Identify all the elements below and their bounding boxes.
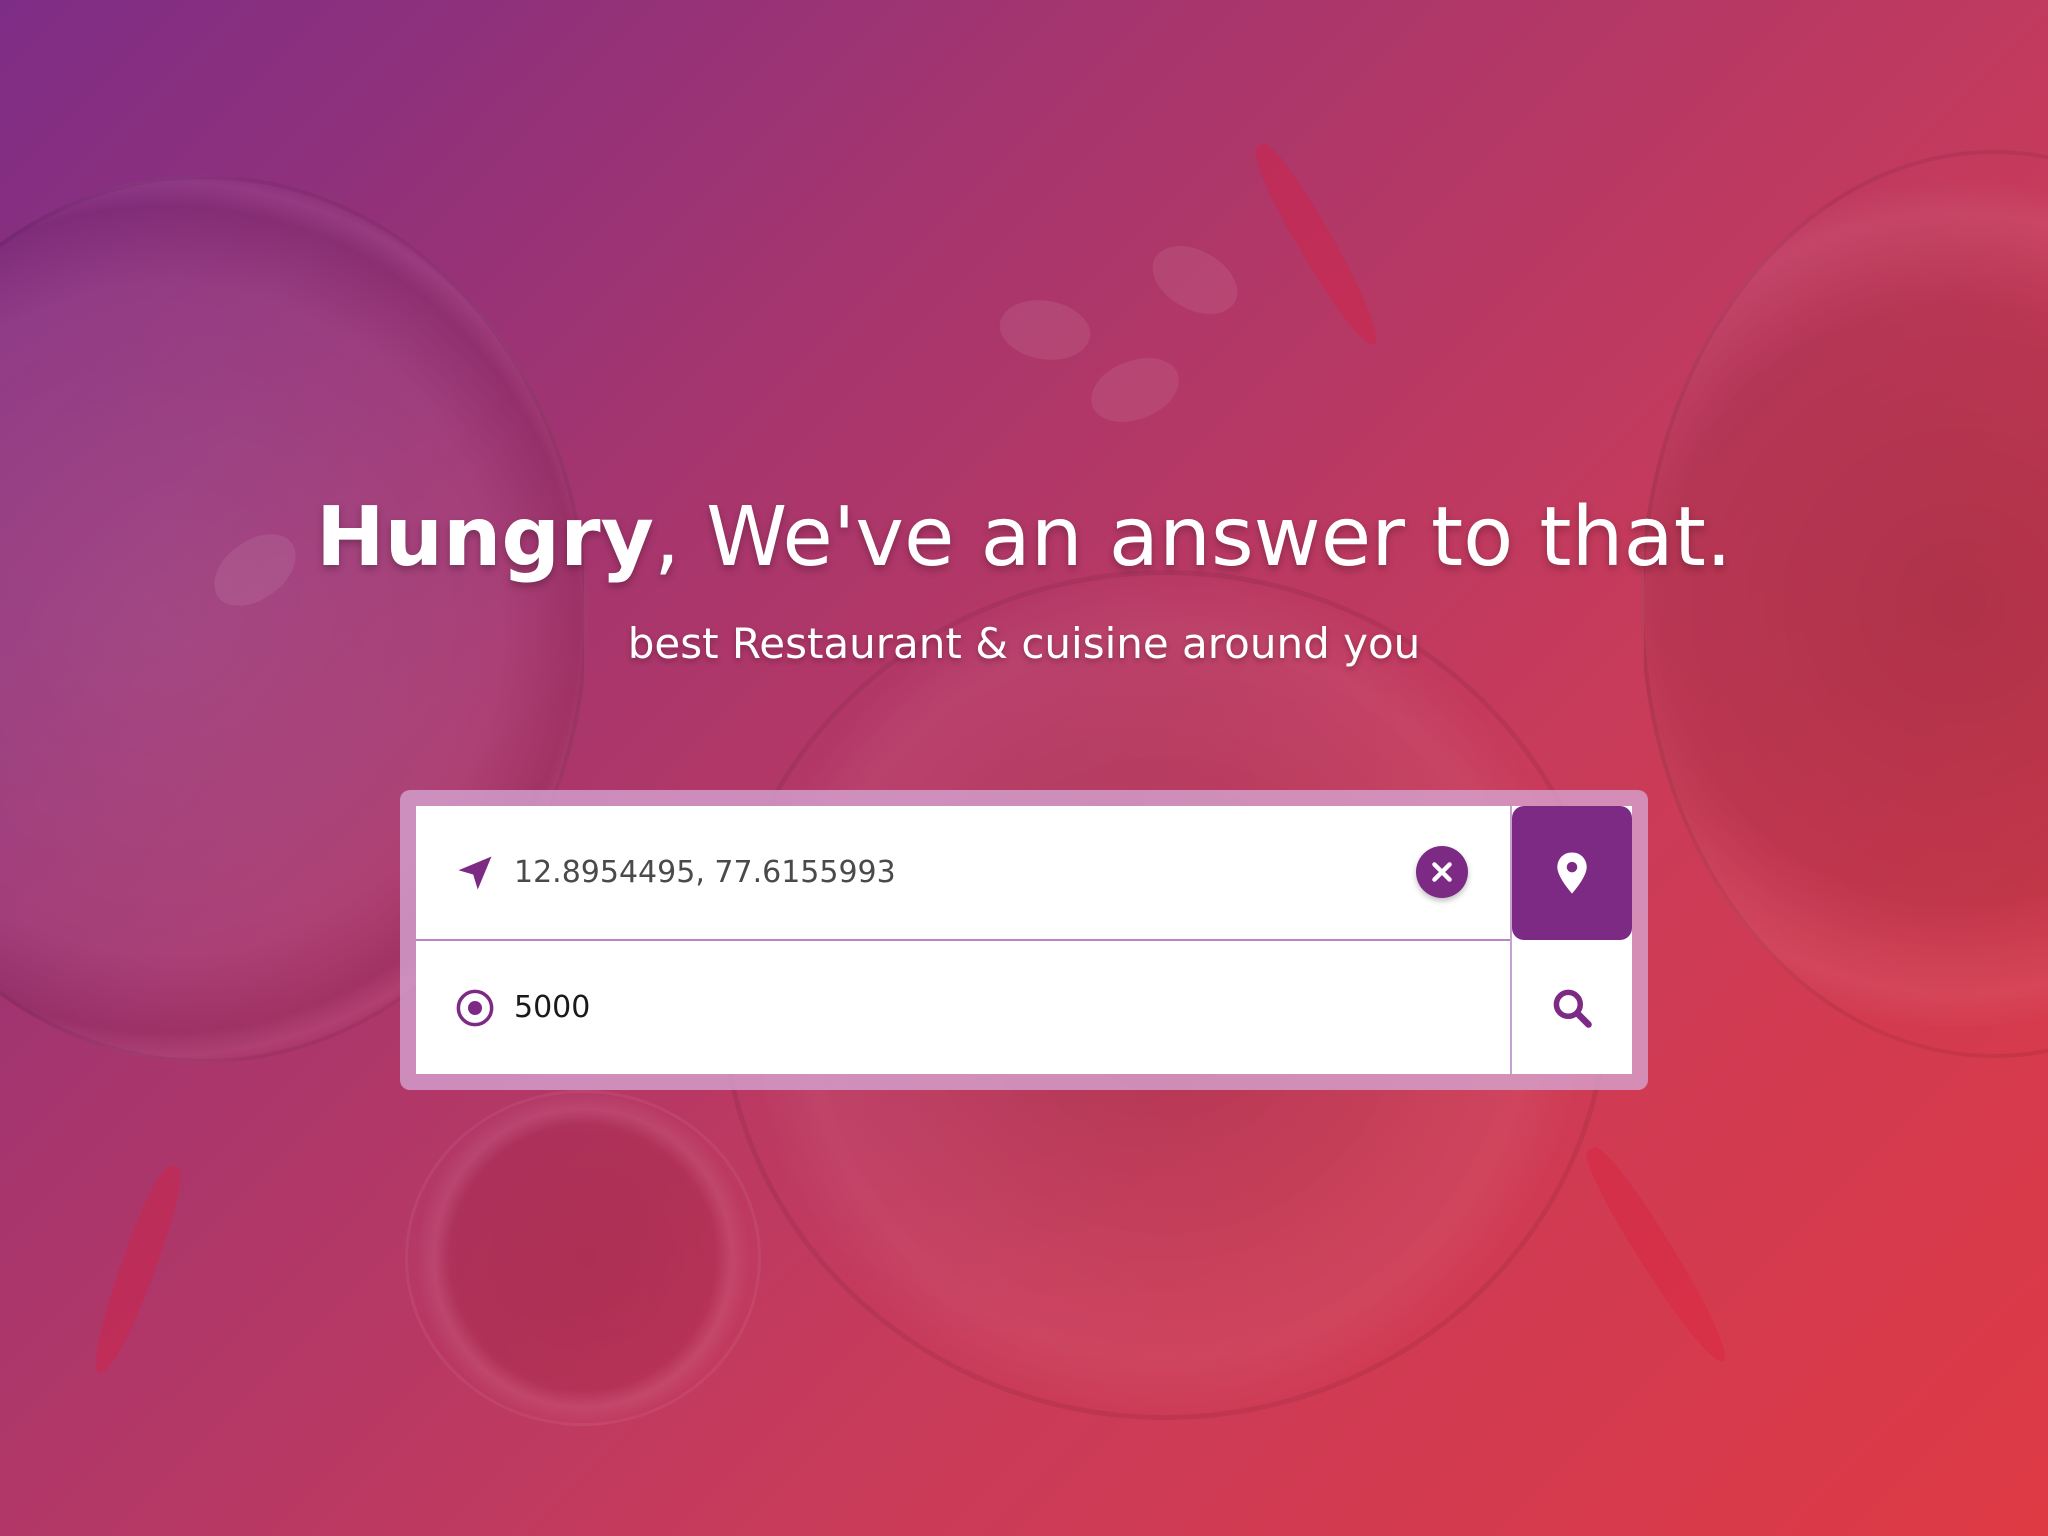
radio-target-icon	[452, 985, 498, 1031]
background-chili	[1244, 136, 1390, 354]
search-icon	[1550, 986, 1594, 1030]
search-card	[400, 790, 1648, 1090]
background-leaf	[1085, 352, 1185, 428]
location-input[interactable]	[514, 855, 1394, 890]
search-form	[416, 806, 1632, 1074]
page-headline: Hungry, We've an answer to that.	[0, 488, 2048, 588]
background-plate-right	[1640, 150, 2048, 1058]
headline-text: , We've an answer to that.	[654, 490, 1732, 585]
location-row	[416, 806, 1510, 941]
background-bowl	[405, 1090, 761, 1426]
clear-location-button[interactable]	[1416, 846, 1468, 898]
background-leaf	[1141, 228, 1249, 332]
page-subtitle: best Restaurant & cuisine around you	[627, 619, 1421, 668]
navigation-arrow-icon	[452, 850, 498, 896]
map-pin-icon	[1554, 851, 1590, 895]
hero-background	[0, 0, 2048, 1536]
radius-row	[416, 941, 1510, 1074]
radius-input[interactable]	[514, 990, 1394, 1025]
headline-emphasis: Hungry	[316, 490, 655, 585]
close-icon	[1429, 859, 1455, 885]
search-button[interactable]	[1512, 941, 1632, 1074]
background-chili	[1576, 1139, 1738, 1371]
locate-me-button[interactable]	[1512, 806, 1632, 940]
background-leaf	[992, 286, 1098, 374]
background-chili	[83, 1160, 191, 1380]
